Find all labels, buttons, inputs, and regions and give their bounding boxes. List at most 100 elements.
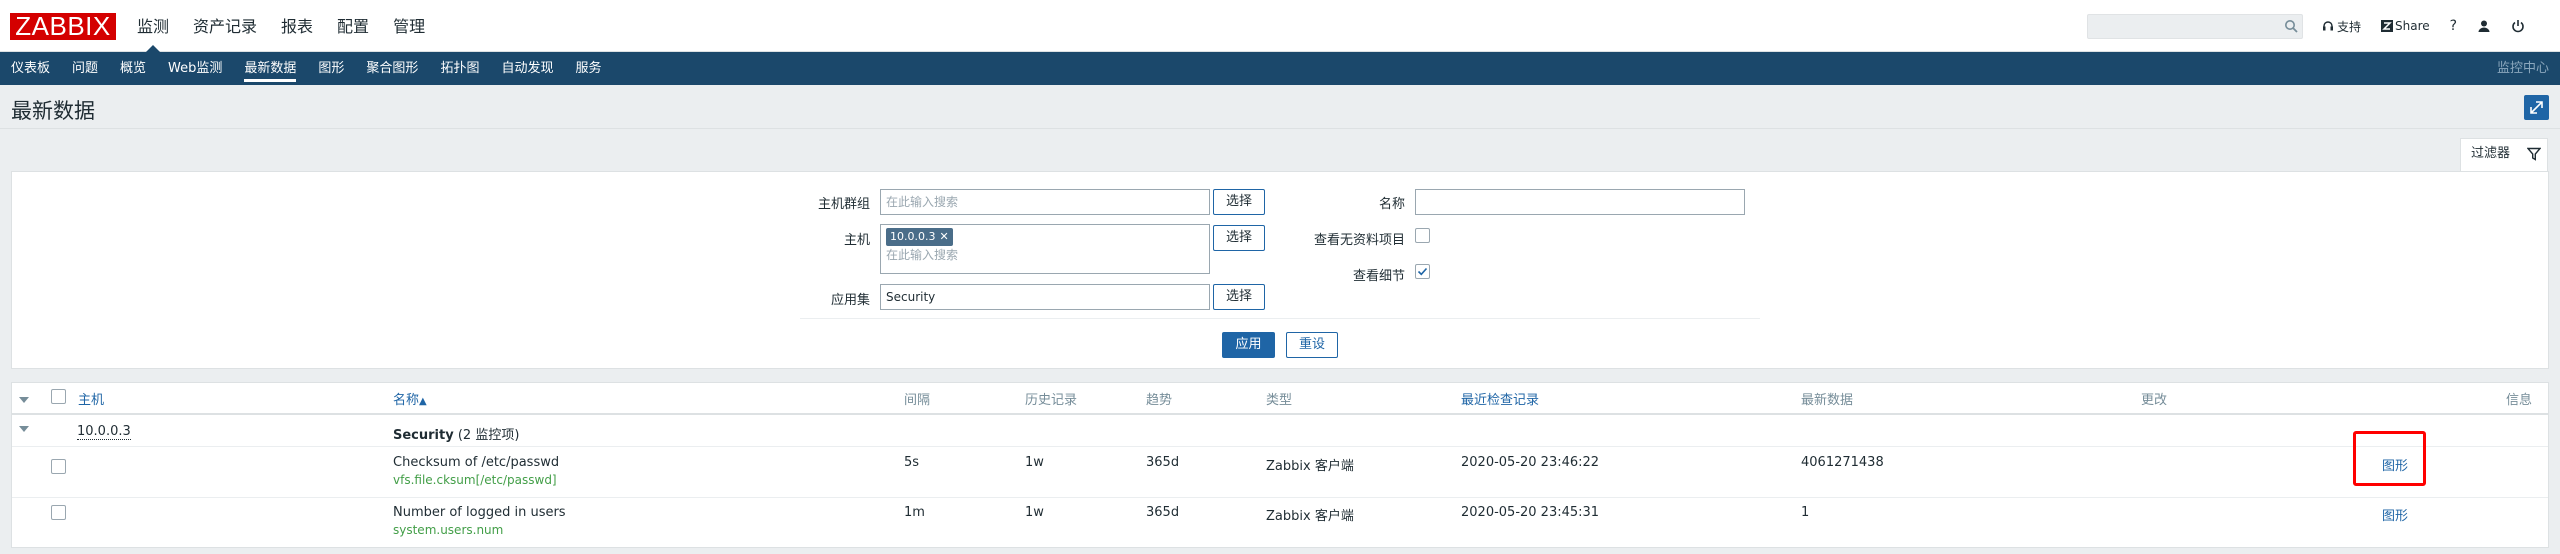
select-all-checkbox[interactable]: [51, 389, 66, 404]
highlight-box: [2353, 431, 2426, 486]
header-interval: 间隔: [904, 393, 931, 408]
header-last-value: 最新数据: [1801, 393, 1854, 408]
item-trends: 365d: [1146, 455, 1180, 470]
hosts-label: 主机: [843, 233, 870, 248]
collapse-group-icon[interactable]: [19, 426, 29, 432]
hosts-placeholder: 在此输入搜索: [886, 248, 959, 262]
main-menu: 监测 资产记录 报表 配置 管理: [137, 0, 449, 52]
submenu-dashboard[interactable]: 仪表板: [11, 52, 50, 85]
submenu-discovery[interactable]: 自动发现: [501, 52, 553, 85]
power-icon: [2512, 20, 2524, 33]
item-name: Checksum of /etc/passwd: [393, 455, 560, 470]
item-history: 1w: [1025, 505, 1044, 520]
header-info: 信息: [2506, 393, 2533, 408]
share-link[interactable]: Share: [2381, 19, 2430, 33]
user-icon: [2478, 20, 2490, 32]
filter-divider: [800, 318, 1760, 319]
latest-data-table: 主机 名称▲ 间隔 历史记录 趋势 类型 最近检查记录 最新数据 更改 信息 1…: [11, 382, 2549, 548]
group-item-count: (2 监控项): [457, 428, 520, 443]
global-search-input[interactable]: [2087, 14, 2303, 39]
item-last-check: 2020-05-20 23:45:31: [1461, 505, 1600, 520]
host-groups-placeholder: 在此输入搜索: [886, 195, 959, 209]
header-trends: 趋势: [1146, 393, 1173, 408]
top-bar: ZABBIX 监测 资产记录 报表 配置 管理 支持 Share ?: [0, 0, 2560, 52]
server-name: 监控中心: [2496, 61, 2549, 76]
sort-asc-icon: ▲: [419, 396, 427, 407]
submenu-screens[interactable]: 聚合图形: [366, 52, 418, 85]
sub-menu: 仪表板 问题 概览 Web监测 最新数据 图形 聚合图形 拓扑图 自动发现 服务…: [0, 52, 2560, 85]
header-divider: [12, 413, 2548, 415]
fullscreen-button[interactable]: [2524, 95, 2549, 120]
menu-configuration[interactable]: 配置: [337, 0, 369, 52]
header-history: 历史记录: [1025, 393, 1078, 408]
submenu-latest-data[interactable]: 最新数据: [244, 52, 297, 85]
item-key[interactable]: system.users.num: [393, 523, 503, 537]
show-no-data-label: 查看无资料项目: [1313, 233, 1405, 248]
apply-button[interactable]: 应用: [1222, 332, 1275, 358]
remove-chip-icon[interactable]: ✕: [939, 230, 948, 243]
submenu-services[interactable]: 服务: [575, 52, 601, 85]
item-interval: 5s: [904, 455, 920, 470]
header-last-check[interactable]: 最近检查记录: [1461, 389, 1539, 408]
checkmark-icon: [1417, 267, 1428, 276]
header-name[interactable]: 名称▲: [393, 389, 427, 408]
name-label: 名称: [1378, 197, 1405, 212]
group-app-name: Security: [393, 428, 454, 443]
support-label: 支持: [2337, 19, 2362, 34]
host-groups-input[interactable]: 在此输入搜索: [880, 189, 1210, 215]
help-link[interactable]: ?: [2450, 18, 2457, 34]
filter-tab[interactable]: 过滤器: [2460, 138, 2548, 172]
row-checkbox[interactable]: [51, 505, 66, 520]
collapse-all-icon[interactable]: [19, 397, 29, 403]
application-select-button[interactable]: 选择: [1213, 284, 1265, 310]
item-name: Number of logged in users: [393, 505, 566, 520]
filter-panel: [11, 171, 2549, 369]
show-no-data-checkbox[interactable]: [1415, 228, 1430, 243]
hosts-select-button[interactable]: 选择: [1213, 225, 1265, 251]
header-type: 类型: [1266, 393, 1293, 408]
menu-reports[interactable]: 报表: [281, 0, 313, 52]
submenu-maps[interactable]: 拓扑图: [440, 52, 479, 85]
row-checkbox[interactable]: [51, 459, 66, 474]
search-icon[interactable]: [2284, 19, 2298, 33]
item-interval: 1m: [904, 505, 925, 520]
reset-button[interactable]: 重设: [1286, 332, 1338, 358]
logout-link[interactable]: [2511, 19, 2525, 33]
hosts-input[interactable]: 10.0.0.3 ✕ 在此输入搜索: [880, 224, 1210, 274]
submenu-graphs[interactable]: 图形: [318, 52, 344, 85]
header-change: 更改: [2141, 393, 2168, 408]
page-title: 最新数据: [11, 99, 95, 123]
submenu-problems[interactable]: 问题: [72, 52, 98, 85]
item-history: 1w: [1025, 455, 1044, 470]
host-groups-label: 主机群组: [817, 197, 870, 212]
show-details-checkbox[interactable]: [1415, 264, 1430, 279]
row-divider: [12, 446, 2548, 447]
host-chip-label: 10.0.0.3: [890, 230, 936, 243]
profile-link[interactable]: [2477, 19, 2491, 33]
group-host-link[interactable]: 10.0.0.3: [77, 424, 131, 440]
filter-icon: [2527, 147, 2541, 161]
share-label: Share: [2395, 19, 2430, 33]
item-key[interactable]: vfs.file.cksum[/etc/passwd]: [393, 473, 557, 487]
zabbix-logo[interactable]: ZABBIX: [10, 13, 116, 40]
name-input[interactable]: [1415, 189, 1745, 215]
item-trends: 365d: [1146, 505, 1180, 520]
application-label: 应用集: [830, 293, 870, 308]
host-chip[interactable]: 10.0.0.3 ✕: [886, 228, 953, 246]
title-divider: [0, 128, 2560, 129]
header-host[interactable]: 主机: [78, 389, 104, 408]
expand-icon: [2530, 101, 2543, 114]
show-details-label: 查看细节: [1352, 269, 1405, 284]
row-divider: [12, 497, 2548, 498]
item-last-value: 1: [1801, 505, 1810, 520]
submenu-overview[interactable]: 概览: [120, 52, 146, 85]
support-link[interactable]: 支持: [2322, 18, 2361, 35]
host-groups-select-button[interactable]: 选择: [1213, 189, 1265, 215]
group-application: Security (2 监控项): [393, 424, 519, 443]
menu-inventory[interactable]: 资产记录: [193, 0, 257, 52]
submenu-web[interactable]: Web监测: [168, 52, 222, 85]
menu-monitoring[interactable]: 监测: [137, 0, 169, 52]
application-input[interactable]: Security: [880, 284, 1210, 310]
graph-link[interactable]: 图形: [2382, 505, 2408, 524]
menu-administration[interactable]: 管理: [393, 0, 425, 52]
